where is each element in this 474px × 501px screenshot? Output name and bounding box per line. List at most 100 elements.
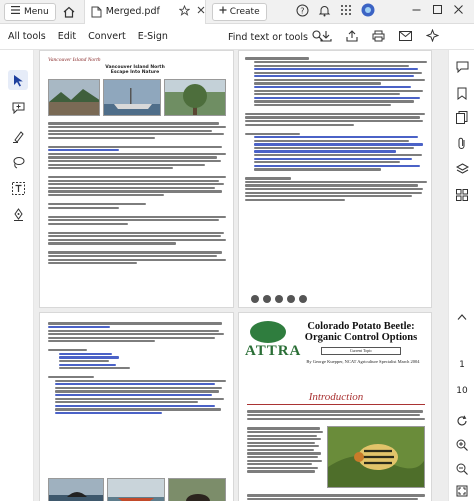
pages-icon <box>456 110 468 124</box>
pages-panel-button[interactable] <box>453 108 471 126</box>
page-thumbnail-4[interactable]: ATTRA Colorado Potato Beetle: Organic Co… <box>238 312 432 501</box>
page4-byline: By George Kuepper, NCAT Agriculture Spec… <box>306 359 420 364</box>
add-text-tool-button[interactable] <box>8 178 28 198</box>
home-icon <box>63 6 75 18</box>
ai-assistant-icon[interactable] <box>425 28 440 45</box>
photo-beach-icon <box>48 79 100 116</box>
left-tool-rail <box>0 50 34 501</box>
comments-panel-button[interactable] <box>453 58 471 76</box>
refresh-icon <box>457 415 467 426</box>
draw-tool-button[interactable] <box>8 152 28 172</box>
home-button[interactable] <box>60 3 78 21</box>
attra-logo-text: ATTRA <box>245 343 302 359</box>
page1-heading: Vancouver Island North Escape Into Natur… <box>80 65 190 75</box>
zoom-in-icon <box>456 439 468 451</box>
zoom-out-icon <box>456 463 468 475</box>
tab-title: Merged.pdf <box>105 6 160 17</box>
find-text-or-tools[interactable]: Find text or tools <box>228 24 323 50</box>
current-page-number[interactable]: 1 <box>449 360 474 370</box>
menu-all-tools[interactable]: All tools <box>8 31 46 42</box>
scroll-up-button[interactable] <box>453 308 471 326</box>
pen-nib-icon <box>13 207 23 221</box>
create-button[interactable]: Create <box>211 2 267 21</box>
layers-icon <box>455 163 469 174</box>
vin-logo-text: Vancouver Island North <box>48 57 101 63</box>
menu-label: Menu <box>24 6 49 17</box>
chevron-up-icon <box>457 314 467 320</box>
title-bar: Menu Merged.pdf Create ? <box>0 0 474 24</box>
photo-boat-icon <box>103 79 161 116</box>
menu-button[interactable]: Menu <box>4 2 56 21</box>
menu-e-sign[interactable]: E-Sign <box>138 31 168 42</box>
attra-leaf-icon <box>250 321 286 343</box>
photo-kayak-icon <box>107 478 165 501</box>
right-panel-rail: 1 10 <box>448 50 474 501</box>
cursor-icon <box>13 74 23 86</box>
photo-potato-beetle-icon <box>327 426 425 488</box>
highlighter-icon <box>12 130 24 143</box>
print-icon[interactable] <box>372 30 385 45</box>
bookmarks-panel-button[interactable] <box>453 84 471 102</box>
page1-body-text <box>48 121 226 266</box>
select-tool-button[interactable] <box>8 70 28 90</box>
total-pages: 10 <box>456 386 468 396</box>
menu-convert[interactable]: Convert <box>88 31 126 42</box>
comment-plus-icon <box>12 102 24 114</box>
apps-grid-icon[interactable] <box>340 4 352 19</box>
bookmark-icon <box>457 87 467 100</box>
email-icon[interactable] <box>399 30 412 44</box>
comment-icon <box>456 61 468 73</box>
share-icon[interactable] <box>346 29 358 45</box>
page3-body-text <box>48 321 226 415</box>
page4-title: Colorado Potato Beetle: Organic Control … <box>304 321 418 343</box>
star-icon[interactable] <box>178 4 191 19</box>
notifications-icon[interactable] <box>318 4 331 20</box>
find-label: Find text or tools <box>228 31 308 43</box>
page4-subtitle: Current Topic <box>321 347 401 355</box>
paperclip-icon <box>458 137 465 149</box>
text-box-icon <box>11 181 25 195</box>
lasso-draw-icon <box>13 156 24 168</box>
close-window-icon[interactable] <box>454 5 463 17</box>
page-thumbnail-1[interactable]: Vancouver Island North Vancouver Island … <box>39 50 234 308</box>
close-tab-icon[interactable] <box>197 6 205 17</box>
avatar[interactable] <box>361 3 375 20</box>
fit-page-button[interactable] <box>453 482 471 500</box>
more-tools-button[interactable] <box>453 186 471 204</box>
page4-column-text <box>247 426 323 474</box>
fit-page-icon <box>456 485 468 497</box>
apps-icon <box>456 189 468 201</box>
hamburger-icon <box>11 6 20 17</box>
highlight-tool-button[interactable] <box>8 126 28 146</box>
help-icon[interactable]: ? <box>296 4 309 20</box>
menu-edit[interactable]: Edit <box>58 31 76 42</box>
page1-heading-line2: Escape Into Nature <box>110 70 160 75</box>
plus-icon <box>219 6 227 17</box>
zoom-out-button[interactable] <box>453 460 471 478</box>
refresh-button[interactable] <box>453 412 471 430</box>
save-icon[interactable] <box>320 30 332 45</box>
svg-text:?: ? <box>300 6 304 15</box>
photo-whale-icon <box>48 478 104 501</box>
page4-bottom-text <box>247 493 425 501</box>
page-thumbnail-2[interactable] <box>238 50 432 308</box>
attachments-panel-button[interactable] <box>453 134 471 152</box>
page4-intro-text <box>247 409 425 421</box>
sign-tool-button[interactable] <box>8 204 28 224</box>
layers-panel-button[interactable] <box>453 160 471 178</box>
zoom-in-button[interactable] <box>453 436 471 454</box>
document-tab[interactable]: Merged.pdf <box>83 0 206 24</box>
photo-bear-icon <box>168 478 226 501</box>
page-thumbnail-3[interactable] <box>39 312 234 501</box>
comment-tool-button[interactable] <box>8 98 28 118</box>
pdf-file-icon <box>91 6 102 17</box>
document-canvas[interactable]: Vancouver Island North Vancouver Island … <box>34 50 448 501</box>
main-toolbar: All tools Edit Convert E-Sign Find text … <box>0 24 474 50</box>
page4-section-heading: Introduction <box>247 391 425 405</box>
page2-social-icons <box>251 295 307 303</box>
attra-logo: ATTRA <box>245 321 302 381</box>
page2-body-text <box>245 56 427 202</box>
maximize-icon[interactable] <box>433 5 442 17</box>
create-label: Create <box>229 6 260 17</box>
minimize-icon[interactable] <box>412 5 421 17</box>
